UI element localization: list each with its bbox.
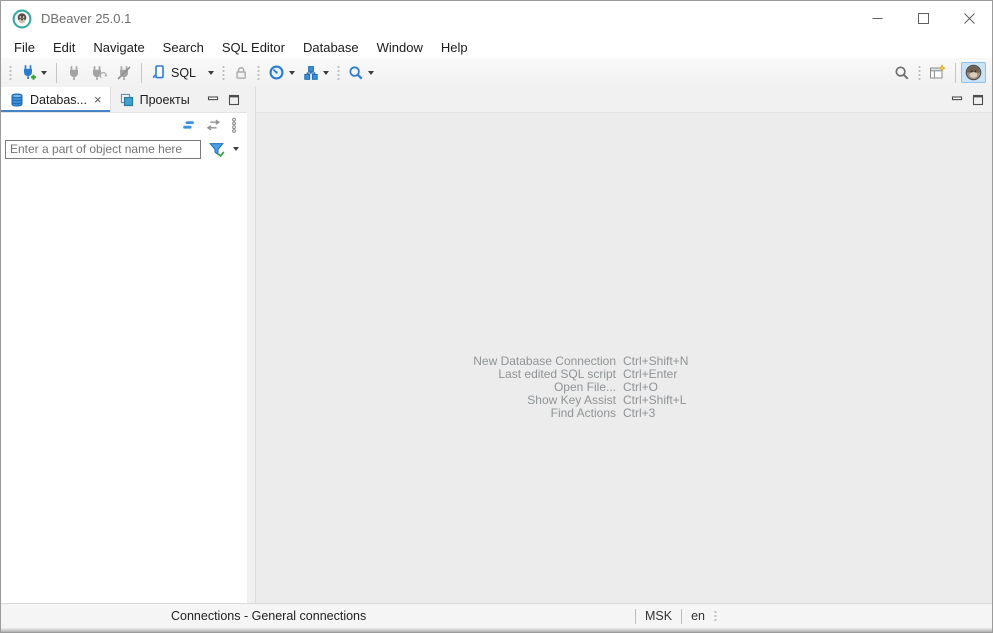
disconnect-button[interactable] — [112, 63, 136, 83]
minimize-button[interactable] — [854, 1, 900, 36]
search-blue-icon — [348, 65, 364, 81]
search-metadata-button[interactable] — [344, 63, 378, 83]
tab-projects-label: Проекты — [140, 93, 190, 107]
shortcut-keys: Ctrl+3 — [623, 407, 688, 420]
plug-connect-icon — [66, 65, 82, 81]
window-controls — [854, 1, 992, 36]
status-message: Connections - General connections — [171, 604, 366, 628]
panel-minimize-icon[interactable] — [207, 94, 219, 106]
plug-new-icon — [20, 64, 37, 81]
maximize-button[interactable] — [900, 1, 946, 36]
lock-icon — [233, 65, 249, 81]
menu-database[interactable]: Database — [294, 40, 368, 55]
tab-database-navigator[interactable]: Databas... × — [1, 87, 111, 112]
toolbar-grip — [222, 65, 225, 81]
network-icon — [303, 65, 319, 81]
menu-window[interactable]: Window — [368, 40, 432, 55]
quick-search-button[interactable] — [890, 63, 914, 83]
panel-maximize-icon[interactable] — [228, 94, 240, 106]
menu-bar: File Edit Navigate Search SQL Editor Dat… — [1, 36, 992, 58]
editor-empty-background[interactable]: New Database Connection Ctrl+Shift+N Las… — [256, 113, 992, 603]
search-gray-icon — [894, 65, 910, 81]
toolbar-right-group — [890, 62, 986, 83]
perspective-icon — [929, 64, 946, 81]
database-navigator-panel: Databas... × Проекты — [1, 87, 247, 603]
keyboard-shortcut-hints: New Database Connection Ctrl+Shift+N Las… — [336, 355, 688, 420]
plug-disconnect-icon — [116, 65, 132, 81]
link-with-editor-icon[interactable] — [205, 117, 222, 133]
window-bottom-edge — [1, 628, 992, 632]
open-perspective-button[interactable] — [925, 62, 950, 83]
timezone-indicator[interactable]: MSK — [645, 609, 672, 623]
object-filter-input[interactable] — [5, 140, 201, 159]
filter-dropdown-caret[interactable] — [233, 147, 239, 151]
menu-help[interactable]: Help — [432, 40, 477, 55]
shortcut-action: Find Actions — [336, 407, 616, 420]
menu-edit[interactable]: Edit — [44, 40, 84, 55]
status-separator — [681, 609, 682, 624]
gauge-icon — [268, 64, 285, 81]
menu-file[interactable]: File — [5, 40, 44, 55]
sql-dropdown-caret[interactable] — [208, 71, 214, 75]
toolbar-separator — [141, 63, 142, 83]
status-separator — [635, 609, 636, 624]
lock-button[interactable] — [229, 63, 253, 83]
window-title: DBeaver 25.0.1 — [41, 11, 131, 26]
sql-editor-button[interactable]: SQL — [147, 62, 218, 83]
collapse-all-icon[interactable] — [181, 117, 197, 133]
toolbar-grip — [9, 65, 12, 81]
sql-button-label: SQL — [171, 66, 196, 80]
navigator-filter-row — [1, 137, 247, 161]
new-connection-button[interactable] — [16, 62, 51, 83]
topology-button[interactable] — [299, 63, 333, 83]
main-toolbar: SQL — [1, 58, 992, 87]
view-menu-icon[interactable] — [230, 117, 238, 133]
left-panel-tabstrip: Databas... × Проекты — [1, 87, 247, 113]
editor-tabstrip — [256, 87, 992, 113]
navigator-tree-empty[interactable] — [1, 161, 247, 601]
connect-button[interactable] — [62, 63, 86, 83]
dashboard-dropdown-caret[interactable] — [289, 71, 295, 75]
language-indicator[interactable]: en — [691, 609, 705, 623]
title-bar: DBeaver 25.0.1 — [1, 1, 992, 36]
dashboard-button[interactable] — [264, 62, 299, 83]
toolbar-grip — [337, 65, 340, 81]
tab-database-navigator-label: Databas... — [30, 93, 87, 107]
menu-search[interactable]: Search — [154, 40, 213, 55]
topology-dropdown-caret[interactable] — [323, 71, 329, 75]
status-grip — [714, 610, 717, 623]
dbeaver-logo-icon — [12, 9, 32, 29]
beaver-avatar-icon — [965, 64, 982, 81]
toolbar-grip — [918, 65, 921, 81]
dbeaver-window: DBeaver 25.0.1 File Edit Navigate Search… — [0, 0, 993, 633]
toolbar-grip — [257, 65, 260, 81]
tab-projects[interactable]: Проекты — [111, 87, 198, 112]
editor-maximize-icon[interactable] — [972, 94, 984, 106]
filter-icon[interactable] — [208, 141, 226, 158]
menu-sql-editor[interactable]: SQL Editor — [213, 40, 294, 55]
toolbar-separator — [56, 63, 57, 83]
left-panel-strip-buttons — [207, 87, 247, 112]
editor-minimize-icon[interactable] — [951, 94, 963, 106]
new-connection-dropdown-caret[interactable] — [41, 71, 47, 75]
projects-icon — [119, 92, 135, 108]
reconnect-button[interactable] — [86, 63, 112, 83]
search-dropdown-caret[interactable] — [368, 71, 374, 75]
toolbar-separator — [955, 63, 956, 83]
status-right-group: MSK en — [635, 604, 717, 628]
editor-area: New Database Connection Ctrl+Shift+N Las… — [255, 87, 992, 603]
menu-navigate[interactable]: Navigate — [84, 40, 153, 55]
database-icon — [9, 92, 25, 108]
tab-close-icon[interactable]: × — [94, 92, 102, 107]
sql-script-icon — [151, 64, 167, 81]
navigator-toolbar — [1, 113, 247, 137]
workbench-area: Databas... × Проекты — [1, 87, 992, 603]
plug-reconnect-icon — [90, 65, 108, 81]
status-bar: Connections - General connections MSK en — [1, 603, 992, 628]
dbeaver-account-button[interactable] — [961, 62, 986, 83]
close-button[interactable] — [946, 1, 992, 36]
